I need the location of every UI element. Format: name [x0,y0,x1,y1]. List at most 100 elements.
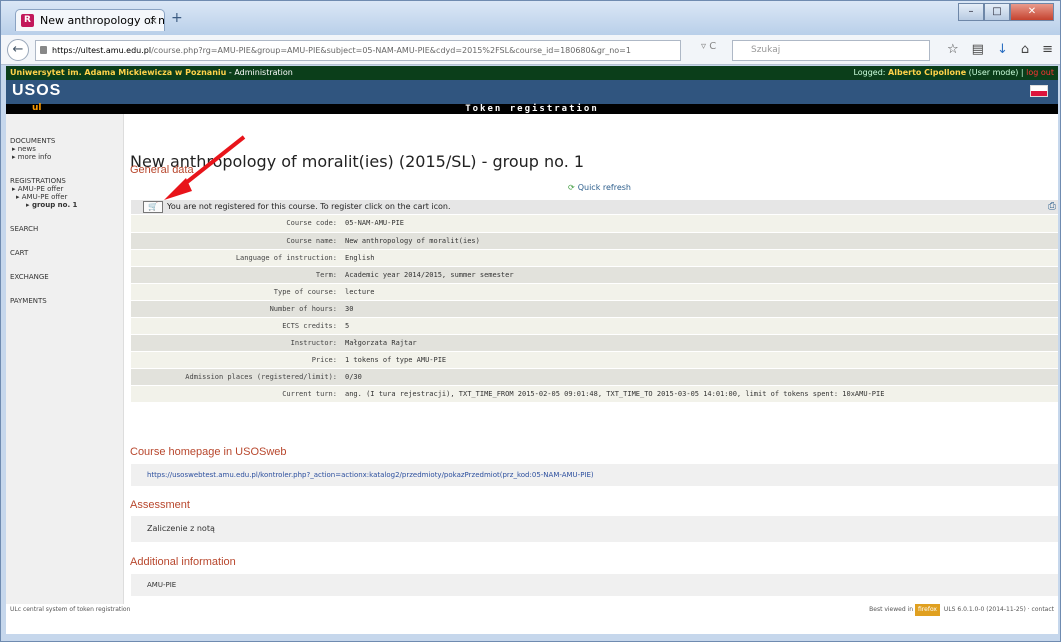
print-icon[interactable]: ⎙ [1048,200,1056,214]
info-value: 0/30 [341,368,1058,386]
clipboard-icon[interactable]: ▤ [972,42,984,57]
sidebar-exchange[interactable]: EXCHANGE [10,273,123,281]
info-row: ECTS credits: 5 [131,317,1058,335]
browser-tab[interactable]: R New anthropology of mor... × [15,9,165,31]
info-value: Academic year 2014/2015, summer semester [341,266,1058,284]
lock-icon [40,46,47,54]
info-row: Type of course: lecture [131,283,1058,301]
user-mode: (User mode) | [966,68,1027,77]
cart-icon[interactable]: 🛒 [143,201,163,213]
info-key: Course code: [131,215,341,233]
navigation-bar: ← https://ultest.amu.edu.pl/course.php?r… [1,35,1060,65]
sidebar-search[interactable]: SEARCH [10,225,123,233]
polish-flag-icon[interactable] [1030,85,1048,97]
refresh-icon: ⟳ [568,183,575,192]
info-row: Term: Academic year 2014/2015, summer sem… [131,266,1058,284]
info-key: Current turn: [131,385,341,403]
tab-title: New anthropology of mor... [40,14,164,27]
bookmark-star-icon[interactable]: ☆ [947,42,959,57]
info-row: Price: 1 tokens of type AMU-PIE [131,351,1058,369]
homepage-link[interactable]: https://usoswebtest.amu.edu.pl/kontroler… [147,471,594,479]
url-path: /course.php?rg=AMU-PIE&group=AMU-PIE&sub… [151,46,631,55]
url-domain: https://ultest.amu.edu.pl [52,46,152,55]
search-input[interactable]: Szukaj [732,40,930,61]
home-icon[interactable]: ⌂ [1021,42,1029,57]
info-row: Current turn: ang. (I tura rejestracji), … [131,385,1058,403]
sidebar-offer-1[interactable]: ▸ AMU-PE offer [10,185,123,193]
notice-text: You are not registered for this course. … [167,202,451,211]
logged-prefix: Logged: [853,68,889,77]
usos-logo[interactable]: USOS [12,82,61,100]
info-value: 5 [341,317,1058,335]
minimize-button[interactable]: – [958,3,984,21]
info-key: Price: [131,351,341,369]
page-heading: Token registration [465,104,599,114]
info-key: Term: [131,266,341,284]
info-key: ECTS credits: [131,317,341,335]
close-window-button[interactable]: ✕ [1010,3,1054,21]
search-placeholder: Szukaj [751,45,781,55]
info-row: Number of hours: 30 [131,300,1058,318]
sidebar-cart[interactable]: CART [10,249,123,257]
toolbar-icons: ☆ ▤ ↓ ⌂ ≡ [947,42,1053,57]
course-info-table: Course code: 05-NAM-AMU-PIE Course name: Ne… [131,215,1058,403]
menu-icon[interactable]: ≡ [1042,42,1053,57]
sidebar-offer-2[interactable]: ▸ AMU-PE offer [10,193,123,201]
browser-window: R New anthropology of mor... × + – □ ✕ ←… [0,0,1061,642]
info-key: Admission places (registered/limit): [131,368,341,386]
contact-link[interactable]: contact [1032,606,1054,613]
window-controls: – □ ✕ [958,3,1054,21]
favicon-icon: R [21,14,34,27]
general-data-heading: General data [130,164,194,176]
sidebar-group[interactable]: ▸ group no. 1 [10,201,123,209]
reload-icon[interactable]: ▿ C [701,41,716,52]
info-key: Language of instruction: [131,249,341,267]
sidebar-documents[interactable]: DOCUMENTS [10,137,123,145]
quick-refresh-label: Quick refresh [577,183,631,192]
close-tab-icon[interactable]: × [149,14,158,27]
sidebar-news[interactable]: ▸ news [10,145,123,153]
firefox-badge[interactable]: firefox [915,604,940,616]
new-tab-button[interactable]: + [171,10,183,26]
logged-info: Logged: Alberto Cipollone (User mode) | … [853,66,1054,80]
info-row: Admission places (registered/limit): 0/30 [131,368,1058,386]
logout-link[interactable]: log out [1026,68,1054,77]
info-value: 05-NAM-AMU-PIE [341,215,1058,233]
homepage-heading: Course homepage in USOSweb [130,446,287,458]
info-value: 1 tokens of type AMU-PIE [341,351,1058,369]
info-value: 30 [341,300,1058,318]
info-key: Type of course: [131,283,341,301]
maximize-button[interactable]: □ [984,3,1010,21]
info-value: Małgorzata Rajtar [341,334,1058,352]
back-arrow-icon[interactable]: ← [7,39,29,61]
version-label: ULS 6.0.1.0-0 (2014-11-25) [943,606,1026,613]
additional-info-box: AMU-PIE [131,574,1058,596]
admin-label: - Administration [226,68,293,77]
additional-info-heading: Additional information [130,556,236,568]
download-icon[interactable]: ↓ [997,42,1008,57]
quick-refresh-link[interactable]: ⟳ Quick refresh [568,183,631,192]
sidebar-registrations[interactable]: REGISTRATIONS [10,177,123,185]
info-row: Instructor: Małgorzata Rajtar [131,334,1058,352]
info-value: ang. (I tura rejestracji), TXT_TIME_FROM… [341,385,1058,403]
sidebar-more-info[interactable]: ▸ more info [10,153,123,161]
footer-system: ULc central system of token registration [10,606,131,613]
footer: ULc central system of token registration… [6,604,1058,616]
info-value: lecture [341,283,1058,301]
page-title-bar: ul Token registration [6,103,1058,114]
university-bar: Uniwersytet im. Adama Mickiewicza w Pozn… [6,66,1058,80]
university-name: Uniwersytet im. Adama Mickiewicza w Pozn… [10,68,227,77]
user-name: Alberto Cipollone [888,68,967,77]
info-key: Instructor: [131,334,341,352]
web-page: Uniwersytet im. Adama Mickiewicza w Pozn… [6,66,1058,634]
assessment-text: Zaliczenie z notą [147,524,215,533]
sidebar: DOCUMENTS ▸ news ▸ more info REGISTRATIO… [6,114,124,604]
address-bar[interactable]: https://ultest.amu.edu.pl/course.php?rg=… [35,40,681,61]
title-bar: R New anthropology of mor... × + – □ ✕ [1,1,1060,35]
info-row: Course code: 05-NAM-AMU-PIE [131,215,1058,233]
sidebar-payments[interactable]: PAYMENTS [10,297,123,305]
info-key: Course name: [131,232,341,250]
footer-right: Best viewed in firefox ULS 6.0.1.0-0 (201… [869,604,1054,616]
assessment-heading: Assessment [130,499,190,511]
best-viewed-label: Best viewed in [869,606,914,613]
